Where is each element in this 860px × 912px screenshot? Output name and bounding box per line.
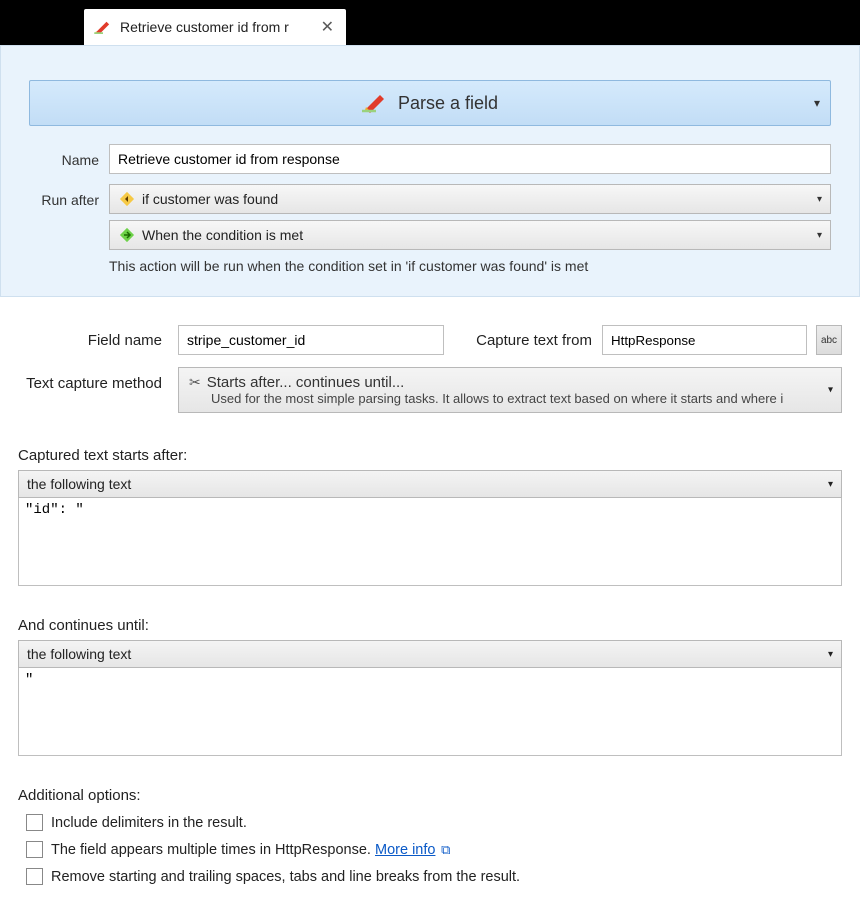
options-heading: Additional options:	[18, 787, 842, 804]
run-after-parent-select[interactable]: if customer was found ▾	[109, 184, 831, 214]
include-delimiters-label: Include delimiters in the result.	[51, 815, 247, 831]
multiple-times-label: The field appears multiple times in Http…	[51, 842, 450, 858]
run-after-note: This action will be run when the conditi…	[109, 258, 831, 274]
external-link-icon: ⧉	[437, 842, 450, 857]
condition-diamond-icon	[118, 190, 136, 208]
capture-method-desc: Used for the most simple parsing tasks. …	[189, 391, 831, 406]
run-after-parent-text: if customer was found	[142, 191, 278, 207]
scissors-icon: ✂	[189, 374, 201, 391]
run-after-condition-text: When the condition is met	[142, 227, 303, 243]
parse-pencil-icon	[94, 20, 112, 34]
chevron-down-icon: ▾	[817, 230, 822, 241]
chevron-down-icon: ▾	[817, 194, 822, 205]
trim-checkbox[interactable]	[26, 868, 43, 885]
abc-button[interactable]: abc	[816, 325, 842, 355]
tab-bar: Retrieve customer id from r ✕	[0, 0, 860, 45]
multiple-times-checkbox[interactable]	[26, 841, 43, 858]
continues-until-value-input[interactable]	[18, 668, 842, 756]
run-after-label: Run after	[29, 190, 99, 208]
chevron-down-icon: ▾	[828, 385, 833, 396]
starts-after-value-input[interactable]	[18, 498, 842, 586]
field-name-label: Field name	[18, 332, 168, 349]
include-delimiters-checkbox[interactable]	[26, 814, 43, 831]
trim-label: Remove starting and trailing spaces, tab…	[51, 869, 520, 885]
capture-from-label: Capture text from	[454, 332, 592, 349]
lower-scroll-area[interactable]: Captured text starts after: the followin…	[0, 425, 860, 887]
name-input[interactable]	[109, 144, 831, 174]
header-panel: Parse a field ▾ Name Run after if custom…	[0, 45, 860, 297]
condition-diamond-green-icon	[118, 226, 136, 244]
parse-pencil-icon	[362, 93, 388, 113]
name-label: Name	[29, 150, 99, 168]
chevron-down-icon: ▾	[828, 649, 833, 660]
chevron-down-icon: ▾	[828, 479, 833, 490]
continues-until-mode-text: the following text	[27, 646, 131, 662]
close-icon[interactable]: ✕	[319, 17, 336, 37]
capture-method-select[interactable]: ✂ Starts after... continues until... Use…	[178, 367, 842, 413]
starts-after-mode-select[interactable]: the following text ▾	[18, 470, 842, 498]
capture-method-title: Starts after... continues until...	[207, 374, 405, 391]
main-panel: Field name Capture text from abc Text ca…	[0, 297, 860, 413]
tab-title: Retrieve customer id from r	[120, 19, 311, 35]
capture-method-label: Text capture method	[18, 367, 168, 392]
action-type-label: Parse a field	[398, 93, 498, 114]
capture-from-input[interactable]	[602, 325, 807, 355]
action-type-banner[interactable]: Parse a field ▾	[29, 80, 831, 126]
field-name-input[interactable]	[178, 325, 444, 355]
continues-until-label: And continues until:	[18, 617, 842, 634]
starts-after-mode-text: the following text	[27, 476, 131, 492]
more-info-link[interactable]: More info	[375, 842, 435, 858]
chevron-down-icon: ▾	[814, 96, 820, 110]
run-after-condition-select[interactable]: When the condition is met ▾	[109, 220, 831, 250]
tab-item[interactable]: Retrieve customer id from r ✕	[84, 9, 346, 45]
starts-after-label: Captured text starts after:	[18, 447, 842, 464]
continues-until-mode-select[interactable]: the following text ▾	[18, 640, 842, 668]
